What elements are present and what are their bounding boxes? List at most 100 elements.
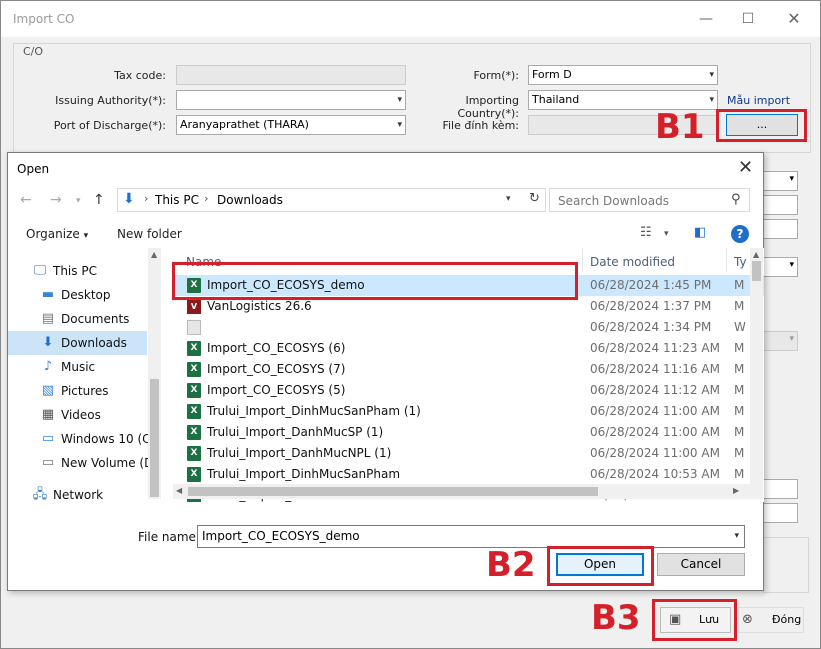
nav-item-label: Downloads <box>61 336 127 350</box>
close-window-button[interactable]: ✕ <box>779 7 809 31</box>
search-box[interactable]: Search Downloads ⚲ <box>549 188 750 212</box>
chevron-down-icon[interactable]: ▾ <box>506 194 511 204</box>
file-name: Import_CO_ECOSYS (5) <box>207 383 346 397</box>
videos-icon: ▦ <box>41 407 55 422</box>
table-row[interactable]: X Import_CO_ECOSYS (7) 06/28/2024 11:16 … <box>173 359 764 380</box>
breadcrumb-downloads[interactable]: Downloads <box>217 193 283 207</box>
file-type: M <box>734 362 745 376</box>
download-folder-icon: ⬇ <box>123 191 135 207</box>
view-options-icon[interactable]: ☷ <box>640 225 652 240</box>
minimize-button[interactable]: — <box>691 7 721 31</box>
nav-scrollbar[interactable]: ▲ <box>148 248 161 499</box>
column-header-type[interactable]: Ty <box>734 255 747 269</box>
desktop-icon: ▬ <box>41 287 55 302</box>
nav-item-label: New Volume (D: <box>61 456 158 470</box>
nav-item-videos[interactable]: ▦ Videos <box>8 403 147 427</box>
file-date: 06/28/2024 1:45 PM <box>590 278 712 292</box>
forward-arrow-icon[interactable]: → <box>50 192 62 208</box>
nav-item-music[interactable]: ♪ Music <box>8 355 147 379</box>
chevron-down-icon[interactable]: ▾ <box>734 526 739 547</box>
table-row[interactable]: X Import_CO_ECOSYS (6) 06/28/2024 11:23 … <box>173 338 764 359</box>
table-row[interactable]: 06/28/2024 1:34 PM W <box>173 317 764 338</box>
file-date: 06/28/2024 11:12 AM <box>590 383 720 397</box>
bg-select-1: ▾ <box>763 171 798 191</box>
file-type: M <box>734 446 745 460</box>
maximize-button[interactable]: ☐ <box>733 7 763 31</box>
scroll-up-icon[interactable]: ▲ <box>753 250 759 259</box>
chevron-down-icon: ▾ <box>397 95 402 105</box>
excel-icon: X <box>187 446 201 461</box>
back-arrow-icon[interactable]: ← <box>20 192 32 208</box>
organize-menu[interactable]: Organize ▾ <box>26 227 88 241</box>
nav-item-this-pc[interactable]: 🖵 This PC <box>8 259 147 283</box>
up-arrow-icon[interactable]: ↑ <box>93 192 105 208</box>
table-row[interactable]: X Import_CO_ECOSYS_demo 06/28/2024 1:45 … <box>173 275 764 296</box>
table-row[interactable]: X Trului_Import_DanhMucNPL (1) 06/28/202… <box>173 443 764 464</box>
dialog-close-button[interactable]: ✕ <box>738 157 753 178</box>
excel-icon: X <box>187 362 201 377</box>
column-header-date[interactable]: Date modified <box>590 255 675 269</box>
form-select[interactable]: Form D ▾ <box>528 65 718 85</box>
nav-item-label: Desktop <box>61 288 111 302</box>
file-type: M <box>734 467 745 481</box>
column-separator[interactable] <box>726 248 727 272</box>
form-value: Form D <box>532 68 572 81</box>
nav-item-label: Videos <box>61 408 101 422</box>
file-type: W <box>734 320 746 334</box>
nav-scrollbar-thumb[interactable] <box>150 379 159 497</box>
nav-item-windows-c[interactable]: ▭ Windows 10 (C:) <box>8 427 159 451</box>
file-name-input[interactable]: Import_CO_ECOSYS_demo ▾ <box>197 525 745 548</box>
nav-item-label: Pictures <box>61 384 109 398</box>
help-icon[interactable]: ? <box>731 225 749 243</box>
nav-item-downloads[interactable]: ⬇ Downloads <box>8 331 147 355</box>
scroll-right-icon[interactable]: ▶ <box>733 486 739 495</box>
file-name: Import_CO_ECOSYS (6) <box>207 341 346 355</box>
file-label: File đính kèm: <box>442 119 519 132</box>
nav-item-documents[interactable]: ▤ Documents <box>8 307 147 331</box>
bg-select-3: ▾ <box>763 331 798 351</box>
tax-code-field[interactable] <box>176 65 406 85</box>
monitor-icon: 🖵 <box>33 263 47 278</box>
column-separator[interactable] <box>582 248 583 272</box>
chevron-down-icon: ▾ <box>709 95 714 105</box>
scroll-up-icon[interactable]: ▲ <box>151 250 157 259</box>
preview-pane-icon[interactable]: ◧ <box>694 225 706 240</box>
file-list-hscroll[interactable]: ◀ ▶ <box>173 484 763 499</box>
table-row[interactable]: X Trului_Import_DinhMucSanPham 06/28/202… <box>173 464 764 485</box>
cancel-button[interactable]: Cancel <box>657 553 745 576</box>
recent-chevron-icon[interactable]: ▾ <box>76 196 81 206</box>
bg-field-2 <box>763 219 798 239</box>
nav-item-pictures[interactable]: ▧ Pictures <box>8 379 147 403</box>
chevron-down-icon[interactable]: ▾ <box>664 229 669 239</box>
nav-item-label: Documents <box>61 312 130 326</box>
bg-field-1 <box>763 195 798 215</box>
template-link[interactable]: Mẫu import <box>727 94 790 107</box>
table-row[interactable]: X Import_CO_ECOSYS (5) 06/28/2024 11:12 … <box>173 380 764 401</box>
file-name: Trului_Import_DanhMucNPL (1) <box>207 446 392 460</box>
nav-item-new-volume-d[interactable]: ▭ New Volume (D: <box>8 451 158 475</box>
close-form-button[interactable]: ⊗ Đóng <box>738 607 804 633</box>
scroll-left-icon[interactable]: ◀ <box>176 486 182 495</box>
issuing-authority-select[interactable]: ▾ <box>176 90 406 110</box>
file-list-hscroll-thumb[interactable] <box>188 487 598 496</box>
new-folder-button[interactable]: New folder <box>117 227 182 241</box>
issuing-authority-label: Issuing Authority(*): <box>55 94 166 107</box>
port-select[interactable]: Aranyaprathet (THARA) ▾ <box>176 115 406 135</box>
nav-item-desktop[interactable]: ▬ Desktop <box>8 283 147 307</box>
country-label: Importing Country(*): <box>457 94 520 120</box>
excel-icon: X <box>187 467 201 482</box>
country-value: Thailand <box>532 93 580 106</box>
address-bar[interactable]: ⬇ › This PC › Downloads ▾ ↻ <box>117 188 546 212</box>
refresh-icon[interactable]: ↻ <box>529 191 540 206</box>
excel-icon: X <box>187 341 201 356</box>
table-row[interactable]: X Trului_Import_DanhMucSP (1) 06/28/2024… <box>173 422 764 443</box>
table-row[interactable]: X Trului_Import_DinhMucSanPham (1) 06/28… <box>173 401 764 422</box>
breadcrumb-this-pc[interactable]: This PC <box>155 193 199 207</box>
nav-item-network[interactable]: 🖧 Network <box>8 483 147 507</box>
b1-tag: B1 <box>655 107 705 147</box>
file-type: M <box>734 383 745 397</box>
port-value: Aranyaprathet (THARA) <box>180 118 309 131</box>
port-label: Port of Discharge(*): <box>53 119 166 132</box>
file-name: Import_CO_ECOSYS_demo <box>207 278 365 292</box>
file-type: M <box>734 404 745 418</box>
